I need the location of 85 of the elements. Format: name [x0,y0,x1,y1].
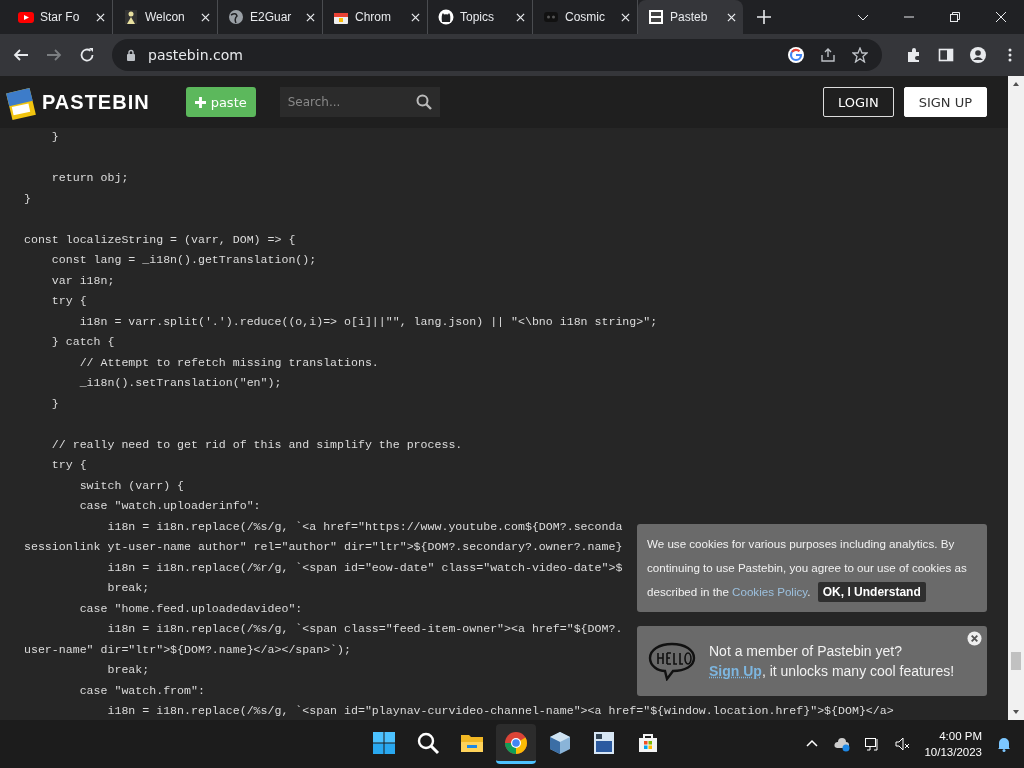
code-line: sessionlink yt-user-name author" rel="author" dir="ltr">${DOM?.secondary?.owner?.name} [24,539,623,555]
chrome-icon [504,730,528,755]
code-line: case "home.feed.uploadedavideo": [78,600,303,617]
site-logo[interactable]: PASTEBIN [42,90,150,114]
close-icon[interactable] [96,12,105,22]
reload-icon[interactable] [79,47,95,63]
side-panel-icon[interactable] [938,47,954,63]
puzzle-icon[interactable] [906,47,922,63]
close-icon[interactable] [727,12,736,22]
code-line: } catch { [50,334,115,350]
code-line: i18n = i18n.replace(/%r/g, `<span id="eow-date" class="watch-video-date">$ [106,559,623,576]
accept-cookies-button[interactable]: OK, I Understand [817,582,926,602]
cube-icon [548,730,572,755]
taskbar-app[interactable] [496,724,536,764]
profile-icon[interactable] [970,47,986,63]
code-line: } [50,129,59,145]
url-text: pastebin.com [148,47,243,63]
code-line: // really need to get rid of this and simplify the process. [50,436,463,453]
close-icon[interactable] [201,12,210,22]
cookie-text: We use cookies for various purposes including analytics. By continuing to use Pastebin, you agree to our use of cookies as described in the Cookies Policy. OK, I Understand [647,532,977,604]
speech-bubble-icon [647,641,697,681]
clock-date[interactable]: 10/13/2023 [924,744,982,760]
code-line: case "watch.uploaderinfo": [78,498,261,514]
code-line: try { [50,293,87,309]
code-line: switch (varr) { [78,477,185,494]
close-icon[interactable] [621,12,630,22]
close-icon[interactable] [516,12,525,22]
tab-title: E2Guar [250,10,293,24]
windows-icon [372,730,396,755]
code-line: i18n = i18n.replace(/%s/g, `<a href="https://www.youtube.com${DOM?.seconda [106,518,623,535]
bell-icon[interactable] [996,736,1012,752]
share-icon[interactable] [820,47,836,63]
code-line: } [24,190,31,207]
code-line: const localizeString = (varr, DOM) => { [24,231,296,248]
search-field[interactable]: Search... [279,87,440,117]
clock-time[interactable]: 4:00 PM [939,728,982,744]
notice-text: Sign Up, it unlocks many cool features! [709,663,955,679]
code-line: var i18n; [50,272,115,289]
figure-icon [123,9,139,25]
tab-title: Welcon [145,10,186,24]
back-icon[interactable] [13,47,29,63]
tab-title: Chrom [355,10,392,24]
browser-tab[interactable]: Pasteb [638,0,743,34]
cloud-icon[interactable] [834,736,851,752]
close-icon[interactable] [995,11,1007,23]
address-bar[interactable]: pastebin.com [112,39,882,71]
code-line: break; [106,662,150,678]
close-icon[interactable] [306,12,315,22]
code-line: const lang = _i18n().getTranslation(); [50,252,317,268]
code-line: i18n = i18n.replace(/%s/g, `<span id="playnav-curvideo-channel-name"><a href="${window.location.href}">${DOM}</a> [106,703,894,719]
tab-title: Cosmic [565,10,606,24]
play-icon [18,9,34,25]
scrollbar[interactable] [1008,76,1024,720]
tab-title: Star Fo [40,10,81,24]
code-line: // Attempt to refetch missing translations. [78,354,379,371]
code-line: _i18n().setTranslation("en"); [78,375,282,391]
scrollbar-thumb[interactable] [1011,652,1021,670]
notice-title: Not a member of Pastebin yet? [709,643,903,659]
star-icon[interactable] [852,47,868,63]
tab-title: Pasteb [670,10,709,24]
speaker-muted-icon[interactable] [894,736,911,752]
close-icon[interactable] [411,12,420,22]
login-button[interactable]: LOGIN [822,87,894,117]
search-icon [416,730,440,755]
code-line: case "watch.from": [78,682,205,699]
restore-icon[interactable] [949,11,961,23]
code-line: i18n = i18n.replace(/%s/g, `<span class="feed-item-owner"><a href="${DOM?. [106,621,623,637]
plus-icon [194,96,206,108]
network-icon[interactable] [864,736,881,752]
code-line: user-name" dir="ltr">${DOM?.name}</a></span>`); [24,641,351,658]
mask-icon [543,9,559,25]
signup-button[interactable]: SIGN UP [903,87,987,117]
close-icon[interactable] [967,631,982,646]
new-tab-icon[interactable] [757,10,771,24]
tab-title: Topics [460,10,495,24]
code-line: break; [106,580,150,596]
code-line: i18n = varr.split('.').reduce((o,i)=> o[i]||"", lang.json) || "<\bno i18n string>"; [78,313,658,330]
code-line: try { [50,457,87,473]
logo-icon[interactable] [4,87,38,121]
code-line: } [50,395,59,412]
lock-icon [126,49,136,61]
code-line: return obj; [50,170,129,186]
forward-icon[interactable] [46,47,62,63]
google-icon[interactable] [788,47,804,63]
search-icon[interactable] [415,94,432,110]
